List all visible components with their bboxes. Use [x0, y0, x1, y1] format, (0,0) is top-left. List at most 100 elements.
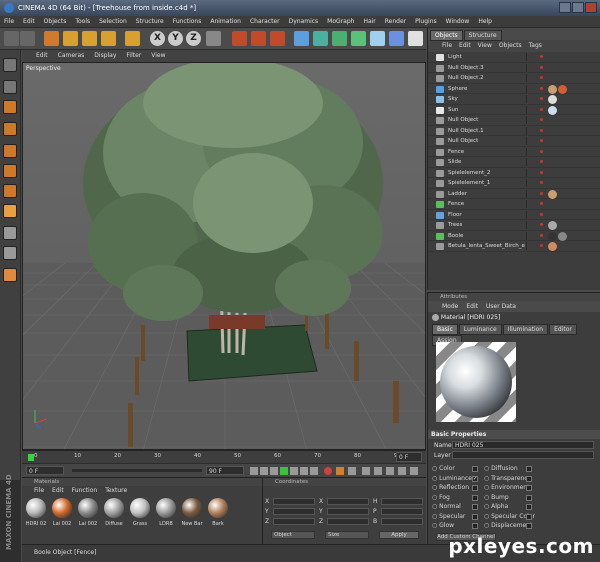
- material-menu-edit[interactable]: Edit: [52, 487, 64, 496]
- coordinate-input[interactable]: [381, 518, 423, 525]
- maximize-button[interactable]: [572, 2, 584, 13]
- object-row[interactable]: Spielelement_2: [428, 168, 600, 178]
- material-swatch[interactable]: [52, 498, 72, 518]
- material-swatch[interactable]: [130, 498, 150, 518]
- timeline[interactable]: 0102030405060708090 0 F: [22, 450, 426, 463]
- visibility-toggle[interactable]: [526, 221, 534, 229]
- material-tag[interactable]: [548, 231, 557, 241]
- menu-mograph[interactable]: MoGraph: [327, 18, 354, 27]
- visibility-toggle[interactable]: [526, 74, 534, 82]
- visibility-toggle[interactable]: [526, 137, 534, 145]
- tweak-mode-icon[interactable]: [3, 246, 17, 260]
- channel-checkbox[interactable]: [526, 466, 532, 472]
- points-tool-icon[interactable]: [3, 164, 17, 178]
- tab-objects[interactable]: Objects: [430, 30, 463, 41]
- channel-checkbox[interactable]: [526, 504, 532, 510]
- attribute-menu-edit[interactable]: Edit: [466, 303, 478, 312]
- visibility-toggle[interactable]: [526, 179, 534, 187]
- object-row[interactable]: Sky: [428, 94, 600, 105]
- render-dot[interactable]: [540, 55, 543, 58]
- rotation-key-icon[interactable]: [386, 467, 394, 475]
- position-key-icon[interactable]: [362, 467, 370, 475]
- channel-checkbox[interactable]: [472, 513, 478, 520]
- start-frame-field[interactable]: 0 F: [26, 466, 64, 475]
- record-icon[interactable]: [324, 467, 332, 475]
- visibility-toggle[interactable]: [526, 105, 534, 114]
- object-row[interactable]: Boole: [428, 231, 600, 241]
- object-row[interactable]: Null Object.3: [428, 63, 600, 73]
- axis-z-button[interactable]: Z: [186, 31, 201, 46]
- render-dot[interactable]: [540, 65, 543, 69]
- material-tag[interactable]: [548, 105, 557, 115]
- viewport-menu-cameras[interactable]: Cameras: [58, 52, 85, 62]
- menu-file[interactable]: File: [4, 18, 14, 27]
- object-row[interactable]: Fence: [428, 147, 600, 157]
- make-editable-icon[interactable]: [3, 58, 17, 72]
- menu-render[interactable]: Render: [385, 18, 406, 27]
- object-row[interactable]: Null Object.2: [428, 73, 600, 84]
- menu-tools[interactable]: Tools: [75, 18, 90, 27]
- use-axis-tool-icon[interactable]: [3, 144, 17, 158]
- scene-icon[interactable]: [389, 31, 404, 46]
- render-dot[interactable]: [540, 181, 543, 184]
- coordinate-input[interactable]: [327, 518, 369, 525]
- close-button[interactable]: [585, 2, 597, 13]
- scale-icon[interactable]: [82, 31, 97, 46]
- axis-y-button[interactable]: Y: [168, 31, 183, 46]
- rotate-icon[interactable]: [101, 31, 116, 46]
- name-input[interactable]: HDRI 025: [452, 441, 594, 449]
- object-row[interactable]: Null Object: [428, 115, 600, 126]
- visibility-toggle[interactable]: [526, 242, 534, 250]
- object-menu-edit[interactable]: Edit: [459, 42, 471, 52]
- render-dot[interactable]: [540, 97, 543, 100]
- object-menu-file[interactable]: File: [442, 42, 452, 52]
- material-swatch[interactable]: [182, 498, 202, 518]
- channel-checkbox[interactable]: [472, 494, 478, 501]
- undo-icon[interactable]: [4, 31, 19, 46]
- channel-checkbox[interactable]: [526, 494, 532, 501]
- render-dot[interactable]: [540, 139, 543, 142]
- play-icon[interactable]: [280, 467, 288, 475]
- channel-checkbox[interactable]: ✓: [472, 475, 478, 482]
- channel-checkbox[interactable]: [526, 485, 532, 491]
- go-to-start-icon[interactable]: [250, 467, 258, 475]
- move-icon[interactable]: [63, 31, 78, 46]
- render-dot[interactable]: [540, 191, 543, 195]
- coordinate-mode-select[interactable]: Object: [271, 531, 315, 539]
- render-dot[interactable]: [540, 86, 543, 90]
- attribute-menu-mode[interactable]: Mode: [442, 303, 458, 312]
- polygons-tool-icon[interactable]: [3, 204, 17, 218]
- snapping-icon[interactable]: [3, 268, 17, 282]
- nurbs-icon[interactable]: [332, 31, 347, 46]
- menu-functions[interactable]: Functions: [173, 18, 202, 27]
- coordinate-input[interactable]: [327, 498, 369, 505]
- previous-frame-icon[interactable]: [270, 467, 278, 475]
- material-swatch[interactable]: [156, 498, 176, 518]
- menu-character[interactable]: Character: [250, 18, 280, 27]
- render-dot[interactable]: [540, 128, 543, 132]
- visibility-toggle[interactable]: [526, 116, 534, 124]
- enable-axis-icon[interactable]: [3, 226, 17, 240]
- viewport-menu-filter[interactable]: Filter: [126, 52, 141, 62]
- channel-checkbox[interactable]: [526, 513, 532, 520]
- channel-checkbox[interactable]: [472, 523, 478, 529]
- object-row[interactable]: Light: [428, 52, 600, 63]
- material-tag[interactable]: [548, 242, 557, 251]
- next-frame-icon[interactable]: [290, 467, 298, 475]
- viewport-menu-view[interactable]: View: [151, 52, 165, 62]
- autokey-icon[interactable]: [336, 467, 344, 475]
- visibility-toggle[interactable]: [526, 158, 534, 166]
- viewport-menu-display[interactable]: Display: [94, 52, 116, 62]
- coordinate-input[interactable]: [273, 498, 315, 505]
- menu-plugins[interactable]: Plugins: [415, 18, 437, 27]
- render-dot[interactable]: [540, 160, 543, 163]
- coordinate-input[interactable]: [273, 518, 315, 525]
- material-menu-file[interactable]: File: [34, 487, 44, 496]
- menu-dynamics[interactable]: Dynamics: [289, 18, 319, 27]
- object-row[interactable]: Floor: [428, 210, 600, 220]
- viewport-menu-edit[interactable]: Edit: [36, 52, 48, 62]
- minimize-button[interactable]: [559, 2, 571, 13]
- visibility-toggle[interactable]: [526, 53, 534, 61]
- object-menu-objects[interactable]: Objects: [499, 42, 522, 52]
- redo-icon[interactable]: [20, 31, 35, 46]
